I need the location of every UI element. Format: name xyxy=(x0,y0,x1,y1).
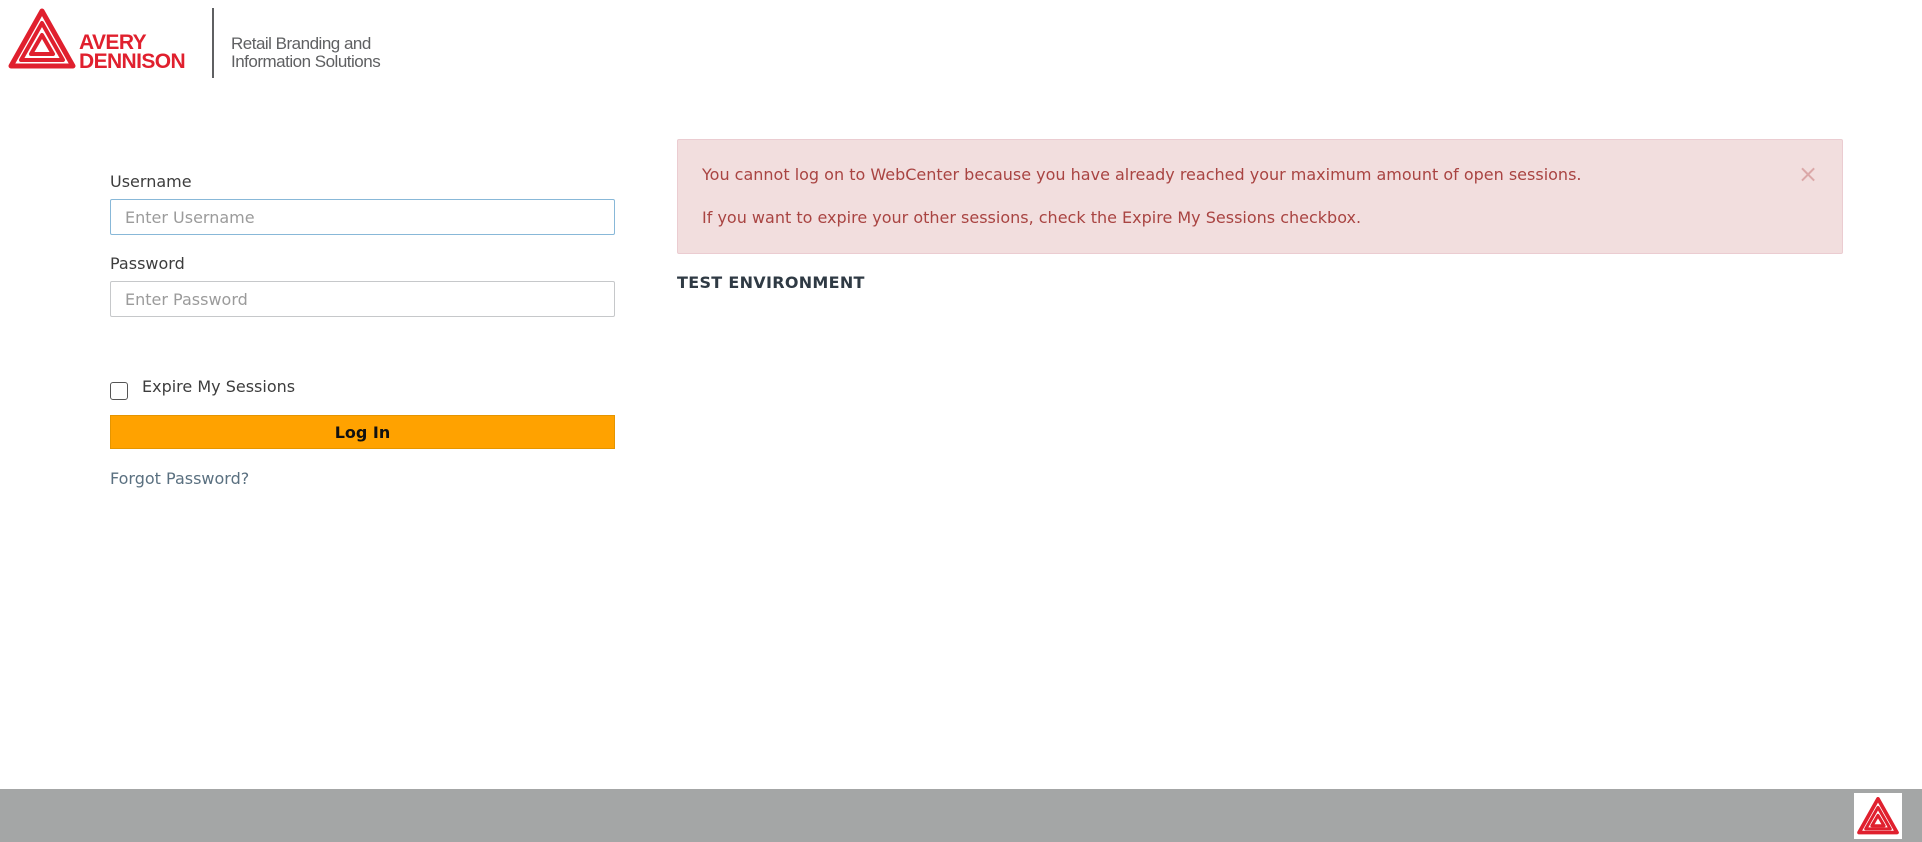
error-alert: You cannot log on to WebCenter because y… xyxy=(677,139,1843,254)
avery-dennison-triangle-icon xyxy=(1857,797,1899,835)
forgot-password-link[interactable]: Forgot Password? xyxy=(110,469,249,488)
avery-dennison-triangle-icon xyxy=(8,8,76,69)
password-group: Password xyxy=(110,252,615,317)
alert-message-line1: You cannot log on to WebCenter because y… xyxy=(702,165,1582,184)
login-button[interactable]: Log In xyxy=(110,415,615,449)
logo-divider xyxy=(212,8,214,78)
brand-name: AVERY DENNISON xyxy=(79,32,186,73)
brand-tagline: Retail Branding and Information Solution… xyxy=(231,34,381,71)
login-page: AVERY DENNISON Retail Branding and Infor… xyxy=(0,0,1922,842)
username-group: Username xyxy=(110,170,615,235)
expire-sessions-label[interactable]: Expire My Sessions xyxy=(142,375,295,399)
footer-logo-badge xyxy=(1854,793,1902,839)
username-input[interactable] xyxy=(110,199,615,235)
brand-name-line2: DENNISON xyxy=(79,50,186,73)
footer xyxy=(0,789,1922,842)
tagline-line2: Information Solutions xyxy=(231,52,381,71)
alert-message-line2: If you want to expire your other session… xyxy=(702,208,1362,227)
login-form: Username Password Expire My Sessions Log… xyxy=(110,170,615,488)
password-input[interactable] xyxy=(110,281,615,317)
expire-sessions-checkbox[interactable] xyxy=(110,382,128,400)
environment-label: TEST ENVIRONMENT xyxy=(677,273,865,292)
username-label: Username xyxy=(110,172,192,191)
expire-sessions-row: Expire My Sessions xyxy=(110,375,615,400)
brand-logo: AVERY DENNISON Retail Branding and Infor… xyxy=(8,8,408,80)
close-icon[interactable]: × xyxy=(1798,162,1818,186)
tagline-line1: Retail Branding and xyxy=(231,34,371,53)
password-label: Password xyxy=(110,254,185,273)
